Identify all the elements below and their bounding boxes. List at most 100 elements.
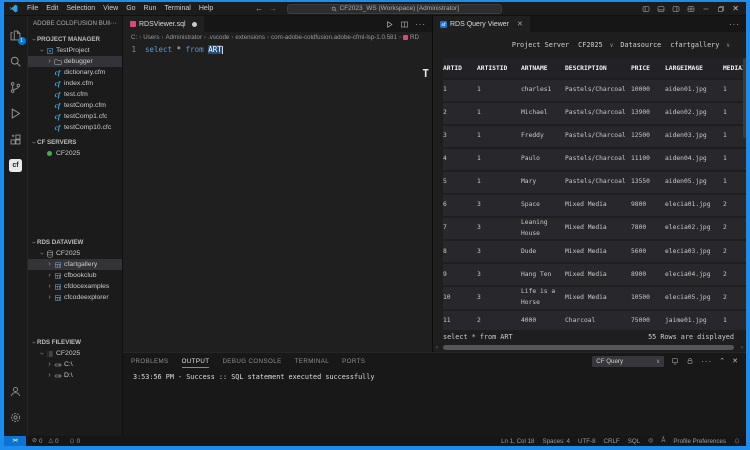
status-spaces-4[interactable]: Spaces: 4 [542, 438, 570, 445]
vertical-scrollbar[interactable] [743, 58, 746, 138]
bell-status[interactable]: 0 [69, 438, 80, 445]
command-center[interactable]: CF2023_WS (Workspace) [Administrator] [287, 3, 503, 14]
status-crlf[interactable]: CRLF [604, 438, 620, 445]
table-row[interactable]: 4 1 Paulo Pastels/Charcoal 11100 aiden04.jpg 1 [443, 149, 746, 170]
column-header-price[interactable]: PRICE [631, 65, 665, 72]
tree-item-testproject[interactable]: › TestProject [28, 45, 122, 56]
menu-edit[interactable]: Edit [42, 5, 62, 12]
project-server-select[interactable]: CF2025 [578, 41, 603, 49]
source-control-icon[interactable] [4, 74, 28, 100]
chevron-down-icon[interactable]: ∨ [610, 42, 614, 49]
run-debug-icon[interactable] [4, 100, 28, 126]
status-a-icon[interactable]: Å [661, 436, 665, 446]
scrollbar-thumb[interactable] [443, 345, 734, 350]
column-header-artname[interactable]: ARTNAME [521, 65, 565, 72]
panel-tab-output[interactable]: OUTPUT [181, 355, 210, 368]
breadcrumb-item-users[interactable]: Users [143, 34, 159, 41]
tree-item-cf2025[interactable]: CF2025 [28, 148, 122, 159]
tree-item-cfdocexamples[interactable]: › cfdocexamples [28, 281, 122, 292]
output-view[interactable]: 3:53:56 PM - Success :: SQL statement ex… [123, 369, 746, 436]
sidebar-more-icon[interactable]: ··· [110, 20, 117, 27]
customize-layout-icon[interactable] [687, 5, 695, 13]
column-header-artistid[interactable]: ARTISTID [477, 65, 521, 72]
toggle-sidebar-icon[interactable] [642, 5, 650, 13]
table-row[interactable]: 2 1 Michael Pastels/Charcoal 13900 aiden02.jp… [443, 103, 746, 124]
close-icon[interactable]: ✕ [732, 4, 739, 13]
account-icon[interactable] [4, 378, 28, 404]
minimize-icon[interactable] [702, 5, 710, 13]
breadcrumb-item-com-adobe-coldfusion-adobe-cfml-lsp-1-0-581[interactable]: com-adobe-coldfusion.adobe-cfml-lsp-1.0.… [271, 34, 397, 41]
extensions-icon[interactable] [4, 126, 28, 152]
tree-item-test-cfm[interactable]: cf test.cfm [28, 89, 122, 100]
tree-item-d[interactable]: › D:\ [28, 370, 122, 381]
explorer-icon[interactable]: 1 [4, 22, 28, 48]
section-project-manager[interactable]: › PROJECT MANAGER [28, 34, 122, 45]
table-row[interactable]: 9 3 Hang Ten Mixed Media 8900 elecia04.jpg 2 [443, 264, 746, 286]
tree-item-cf2025[interactable]: › CF2025 [28, 248, 122, 259]
run-query-icon[interactable] [385, 20, 394, 29]
table-row[interactable]: 6 3 Space Mixed Media 9800 elecia01.jpg 2 [443, 195, 746, 216]
tree-item-testcomp10-cfc[interactable]: cf testComp10.cfc [28, 122, 122, 133]
remote-indicator[interactable]: >< [4, 436, 26, 446]
tab-rdsviewer-sql[interactable]: RDSViewer.sql [123, 16, 204, 32]
tree-item-index-cfm[interactable]: cf index.cfm [28, 78, 122, 89]
menu-run[interactable]: Run [140, 5, 161, 12]
maximize-panel-icon[interactable]: ⌃ [719, 357, 725, 365]
panel-tab-debug-console[interactable]: DEBUG CONSOLE [222, 355, 281, 367]
menu-go[interactable]: Go [122, 5, 139, 12]
forward-arrow-icon[interactable]: → [269, 4, 277, 13]
close-tab-icon[interactable]: ✕ [517, 20, 523, 28]
tree-item-testcomp-cfm[interactable]: cf testComp.cfm [28, 100, 122, 111]
tree-item-cf2025[interactable]: › CF2025 [28, 348, 122, 359]
panel-tab-terminal[interactable]: TERMINAL [295, 355, 330, 367]
section-cf-servers[interactable]: › CF SERVERS [28, 137, 122, 148]
panel-tab-ports[interactable]: PORTS [342, 355, 365, 367]
panel-more-icon[interactable]: ··· [701, 357, 712, 366]
code-area[interactable]: 1 select * from ART T [123, 42, 432, 352]
column-header-description[interactable]: DESCRIPTION [565, 65, 631, 72]
breadcrumb-item-rd[interactable]: RD [403, 34, 419, 41]
breadcrumb-item-vscode[interactable]: .vscode [208, 34, 229, 41]
section-rds-fileview[interactable]: › RDS FILEVIEW [28, 337, 122, 348]
output-channel-select[interactable]: CF Query ∨ [592, 355, 665, 367]
toggle-panel-icon[interactable] [657, 5, 665, 13]
settings-icon[interactable] [4, 404, 28, 430]
menu-file[interactable]: File [23, 5, 42, 12]
status-utf-8[interactable]: UTF-8 [578, 438, 596, 445]
status-sql[interactable]: SQL [628, 438, 640, 445]
breadcrumb-item-c[interactable]: C: [131, 34, 137, 41]
panel-tab-problems[interactable]: PROBLEMS [131, 355, 169, 367]
editor-more-icon[interactable]: ··· [415, 20, 426, 29]
horizontal-scrollbar[interactable]: ‹ › [433, 344, 746, 352]
table-row[interactable]: 11 2 4000 Charcoal 75000 jaime01.jpg 1 [443, 310, 746, 330]
table-row[interactable]: 3 1 Freddy Pastels/Charcoal 12500 aiden03.jpg… [443, 126, 746, 147]
menu-help[interactable]: Help [195, 5, 217, 12]
datasource-select[interactable]: cfartgallery [670, 41, 719, 49]
table-row[interactable]: 8 3 Dude Mixed Media 5600 elecia03.jpg 2 [443, 241, 746, 263]
table-row[interactable]: 10 3 Life is a Horse Mixed Media 10500 elecia… [443, 287, 746, 309]
tree-item-dictionary-cfm[interactable]: cf dictionary.cfm [28, 67, 122, 78]
chevron-down-icon[interactable]: ∨ [726, 42, 730, 49]
tree-item-cfbookclub[interactable]: › cfbookclub [28, 270, 122, 281]
scroll-left-icon[interactable]: ‹ [436, 344, 438, 352]
status-ln-1-col-18[interactable]: Ln 1, Col 18 [501, 438, 534, 445]
tree-item-testcomp1-cfc[interactable]: cf testComp1.cfc [28, 111, 122, 122]
search-icon[interactable] [4, 48, 28, 74]
open-output-in-editor-icon[interactable] [671, 357, 679, 365]
column-header-artid[interactable]: ARTID [443, 65, 477, 72]
back-arrow-icon[interactable]: ← [255, 4, 263, 13]
menu-view[interactable]: View [99, 5, 122, 12]
problems-status[interactable]: ⊘ 0 △ 0 [32, 436, 59, 446]
scroll-right-icon[interactable]: › [741, 344, 743, 352]
section-rds-dataview[interactable]: › RDS DATAVIEW [28, 237, 122, 248]
notifications-bell-icon[interactable] [734, 438, 740, 444]
restore-icon[interactable] [717, 5, 725, 13]
tree-item-c[interactable]: › C:\ [28, 359, 122, 370]
coldfusion-icon[interactable]: cf [4, 152, 28, 178]
breadcrumb-item-extensions[interactable]: extensions [235, 34, 265, 41]
split-editor-icon[interactable] [400, 20, 409, 29]
profile-preferences[interactable]: Profile Preferences [673, 438, 726, 445]
menu-selection[interactable]: Selection [62, 5, 99, 12]
breadcrumb-item-administrator[interactable]: Administrator [165, 34, 201, 41]
status-circle-icon[interactable]: ◎ [648, 436, 653, 446]
